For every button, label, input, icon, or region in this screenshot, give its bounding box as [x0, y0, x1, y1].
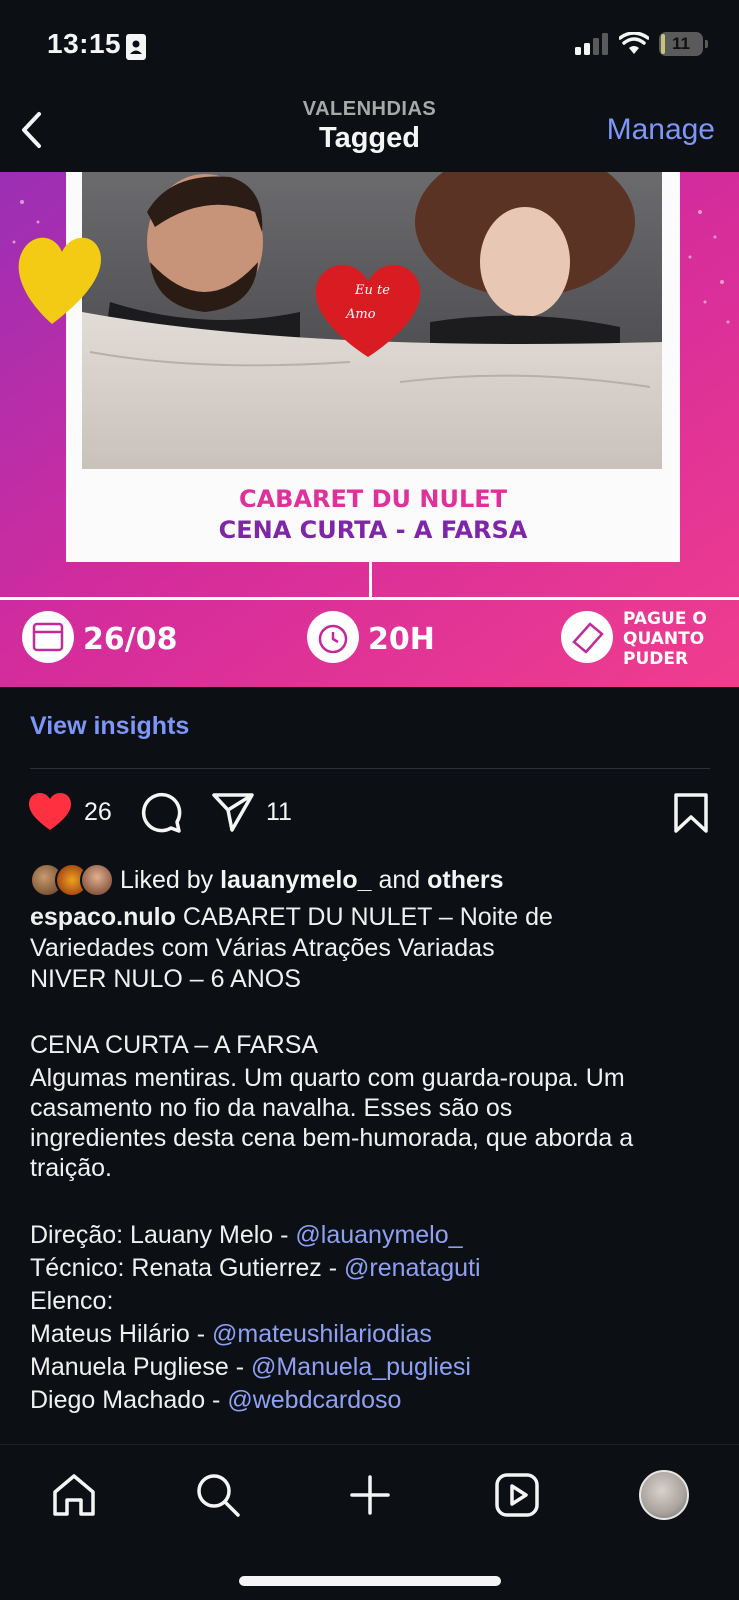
poster-subtitle: CENA CURTA - A FARSA [219, 516, 528, 544]
battery-indicator: 11 [659, 32, 708, 56]
mention-link[interactable]: @renataguti [344, 1254, 481, 1282]
poster-time: 20H [368, 622, 435, 657]
search-icon [197, 1474, 240, 1517]
caption-line: CENA CURTA – A FARSA [30, 1031, 319, 1059]
caption-text: CABARET DU NULET – Noite de [182, 903, 553, 931]
status-right: 11 [575, 32, 708, 56]
battery-level: 11 [672, 34, 690, 53]
tab-search[interactable] [190, 1467, 246, 1523]
comment-icon [141, 792, 182, 833]
shares-count: 11 [266, 797, 292, 826]
caption-line: espaco.nulo CABARET DU NULET – Noite de [30, 902, 720, 933]
credit-label: Técnico: Renata Gutierrez - [30, 1254, 345, 1282]
mention-link[interactable]: @lauanymelo_ [295, 1221, 462, 1249]
view-insights-link[interactable]: View insights [30, 712, 189, 741]
plus-icon [350, 1475, 390, 1515]
cellular-signal-icon [575, 33, 608, 55]
post-caption: espaco.nulo CABARET DU NULET – Noite de … [30, 902, 720, 1418]
poster-artwork: Eu te Amo CABARET DU NULET CENA CURTA - … [0, 172, 739, 687]
caption-line: NIVER NULO – 6 ANOS [30, 965, 301, 993]
credit-label: Mateus Hilário - [30, 1320, 212, 1348]
likes-count: 26 [84, 797, 112, 826]
battery-nub [705, 40, 708, 48]
poster-price-line1: PAGUE O [623, 609, 707, 629]
tab-reels[interactable] [489, 1467, 545, 1523]
share-button[interactable]: 11 [212, 792, 292, 832]
liker-avatars [30, 863, 114, 897]
wifi-icon [619, 32, 649, 54]
heart-note-line2: Amo [345, 307, 376, 322]
tab-profile[interactable] [636, 1467, 692, 1523]
post-image[interactable]: Eu te Amo CABARET DU NULET CENA CURTA - … [0, 172, 739, 687]
contact-card-icon [126, 34, 146, 60]
mention-link[interactable]: @Manuela_pugliesi [251, 1353, 471, 1381]
caption-line: Algumas mentiras. Um quarto com guarda-r… [30, 1064, 625, 1092]
profile-avatar [639, 1470, 689, 1520]
credit-line: Mateus Hilário - @mateushilariodias [30, 1319, 720, 1352]
caption-line: casamento no fio da navalha. Esses são o… [30, 1094, 513, 1122]
save-button[interactable] [673, 792, 709, 834]
avatar [80, 863, 114, 897]
send-icon [212, 793, 254, 832]
poster-price-line3: PUDER [623, 649, 688, 669]
tab-home[interactable] [46, 1467, 102, 1523]
home-indicator [239, 1576, 501, 1586]
credit-label: Diego Machado - [30, 1386, 228, 1414]
credit-line: Elenco: [30, 1286, 720, 1319]
credit-label: Elenco: [30, 1287, 114, 1315]
bookmark-icon [674, 793, 708, 833]
status-time: 13:15 [47, 28, 122, 59]
home-icon [53, 1474, 95, 1516]
credit-line: Diego Machado - @webdcardoso [30, 1385, 720, 1418]
caption-line: ingredientes desta cena bem-humorada, qu… [30, 1124, 634, 1152]
credit-label: Manuela Pugliese - [30, 1353, 251, 1381]
caption-username[interactable]: espaco.nulo [30, 903, 176, 931]
poster-title: CABARET DU NULET [239, 485, 508, 513]
comment-button[interactable] [140, 792, 182, 834]
liked-by-others[interactable]: others [427, 866, 503, 895]
credit-label: Direção: Lauany Melo - [30, 1221, 296, 1249]
mention-link[interactable]: @webdcardoso [227, 1386, 401, 1414]
liked-by-prefix: Liked by [120, 865, 214, 894]
manage-button[interactable]: Manage [607, 113, 715, 147]
poster-date: 26/08 [83, 622, 177, 657]
liked-by-and: and [378, 865, 421, 894]
liked-by[interactable]: Liked by lauanymelo_ and others [30, 862, 504, 898]
reels-icon [495, 1473, 539, 1517]
heart-note-line1: Eu te [354, 283, 390, 298]
post-actions: 26 11 [28, 792, 711, 844]
credit-line: Manuela Pugliese - @Manuela_pugliesi [30, 1352, 720, 1385]
status-bar: 13:15 11 [0, 0, 739, 92]
liked-by-user[interactable]: lauanymelo_ [220, 866, 371, 895]
like-button[interactable]: 26 [28, 792, 112, 832]
caption-line: Variedades com Várias Atrações Variadas [30, 934, 495, 962]
heart-filled-icon [29, 793, 71, 830]
caption-line: traição. [30, 1154, 112, 1182]
nav-header: VALENHDIAS Tagged Manage [0, 92, 739, 172]
mention-link[interactable]: @mateushilariodias [212, 1320, 432, 1348]
tab-create[interactable] [342, 1467, 398, 1523]
credit-line: Direção: Lauany Melo - @lauanymelo_ [30, 1220, 720, 1253]
divider [30, 768, 710, 769]
poster-price-line2: QUANTO [623, 629, 704, 649]
credit-line: Técnico: Renata Gutierrez - @renataguti [30, 1253, 720, 1286]
